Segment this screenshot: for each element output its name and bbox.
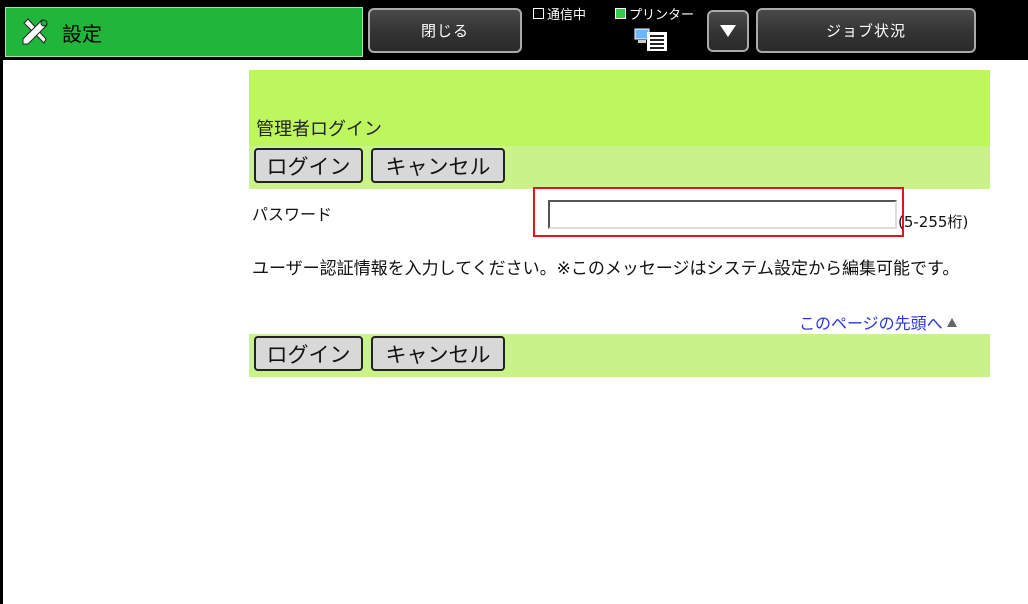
settings-tab[interactable]: 設定: [5, 7, 363, 57]
password-label: パスワード: [252, 205, 333, 224]
printer-status-icon: [615, 8, 626, 19]
job-status-button[interactable]: ジョブ状況: [756, 8, 976, 53]
login-button[interactable]: ログイン: [254, 148, 363, 183]
cancel-button[interactable]: キャンセル: [371, 336, 505, 371]
info-message: ユーザー認証情報を入力してください。※このメッセージはシステム設定から編集可能で…: [252, 259, 960, 279]
login-button[interactable]: ログイン: [254, 336, 363, 371]
button-row-bottom: ログイン キャンセル: [249, 334, 990, 377]
status-comm-label: 通信中: [547, 8, 587, 23]
main-content: 管理者ログイン ログイン キャンセル パスワード (5-255桁) ユーザー認証…: [3, 60, 1028, 604]
dropdown-button[interactable]: [707, 10, 749, 52]
status-comm: 通信中: [533, 4, 586, 23]
printer-icon: [634, 28, 667, 51]
cancel-button[interactable]: キャンセル: [371, 148, 505, 183]
password-hint: (5-255桁): [898, 213, 969, 231]
password-input[interactable]: [548, 200, 897, 229]
tools-icon: [22, 18, 48, 45]
top-bar: 設定 閉じる 通信中 プリンター ジョブ状況: [0, 0, 1028, 60]
triangle-up-icon: [946, 317, 957, 327]
page-top-link-label[interactable]: このページの先頭へ: [799, 310, 943, 334]
triangle-down-icon: [720, 25, 736, 37]
button-row-top: ログイン キャンセル: [249, 146, 990, 189]
page-top-link[interactable]: このページの先頭へ: [799, 310, 957, 334]
settings-title: 設定: [62, 21, 102, 46]
checkbox-icon: [533, 8, 544, 19]
status-printer: プリンター: [615, 4, 694, 23]
close-button[interactable]: 閉じる: [368, 8, 522, 53]
login-header: 管理者ログイン: [249, 70, 990, 148]
page-title: 管理者ログイン: [256, 119, 382, 140]
status-printer-label: プリンター: [629, 8, 695, 23]
